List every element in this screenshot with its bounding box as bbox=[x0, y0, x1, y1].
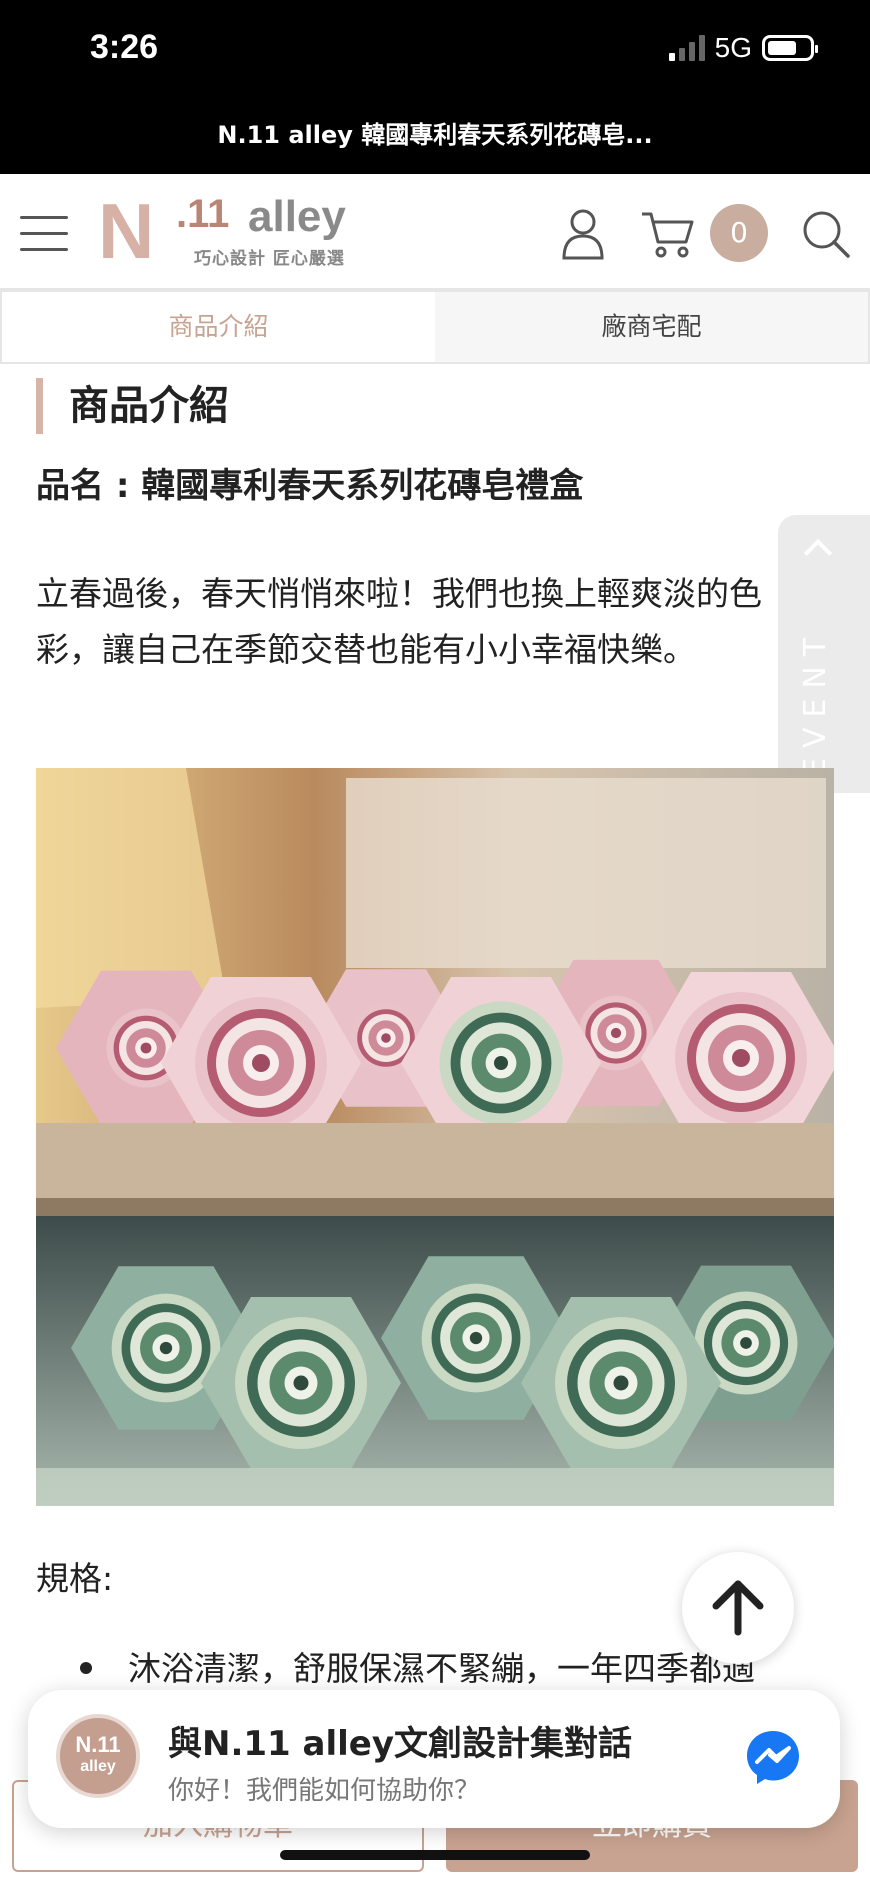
product-name: 品名 : 韓國專利春天系列花磚皂禮盒 bbox=[36, 466, 584, 506]
chat-title: 與N.11 alley文創設計集對話 bbox=[168, 1724, 632, 1764]
status-time: 3:26 bbox=[90, 28, 159, 66]
signal-icon bbox=[668, 35, 705, 61]
event-label: EVENT bbox=[798, 627, 833, 777]
status-bar: 3:26 5G N.11 alley 韓國專利春天系列花磚皂... bbox=[0, 0, 870, 174]
logo-number: .11 bbox=[176, 192, 230, 236]
spec-label: 規格: bbox=[36, 1559, 114, 1598]
tab-shipping[interactable]: 廠商宅配 bbox=[435, 292, 868, 362]
avatar-text-bottom: alley bbox=[80, 1758, 116, 1775]
back-to-top-button[interactable] bbox=[682, 1552, 794, 1664]
product-tabs: 商品介紹 廠商宅配 bbox=[0, 290, 870, 364]
logo-name: alley bbox=[248, 192, 346, 241]
event-side-tab[interactable]: EVENT bbox=[778, 515, 870, 793]
chevron-up-icon bbox=[803, 538, 833, 568]
cart-count-badge[interactable]: 0 bbox=[710, 204, 768, 262]
product-intro-text: 立春過後，春天悄悄來啦！我們也換上輕爽淡的色彩，讓自己在季節交替也能有小小幸福快… bbox=[36, 574, 762, 669]
status-indicators: 5G bbox=[668, 32, 818, 64]
logo-tagline: 巧心設計 匠心嚴選 bbox=[194, 249, 345, 269]
search-icon[interactable] bbox=[800, 208, 852, 260]
user-icon[interactable] bbox=[560, 208, 606, 260]
battery-icon bbox=[762, 35, 818, 61]
logo-mark: N bbox=[98, 187, 154, 275]
messenger-chat-card[interactable]: N.11 alley 與N.11 alley文創設計集對話 你好！我們能如何協助… bbox=[28, 1690, 840, 1828]
avatar: N.11 alley bbox=[56, 1714, 140, 1798]
avatar-text-top: N.11 bbox=[75, 1732, 121, 1757]
messenger-icon[interactable] bbox=[744, 1728, 802, 1786]
home-indicator bbox=[280, 1850, 590, 1860]
site-logo[interactable]: N .11 alley 巧心設計 匠心嚴選 bbox=[98, 192, 378, 270]
hamburger-icon[interactable] bbox=[20, 216, 68, 251]
browser-page-title[interactable]: N.11 alley 韓國專利春天系列花磚皂... bbox=[0, 115, 870, 150]
tab-product-intro[interactable]: 商品介紹 bbox=[2, 292, 435, 362]
chat-subtitle: 你好！我們能如何協助你？ bbox=[168, 1776, 481, 1806]
section-title: 商品介紹 bbox=[36, 378, 229, 434]
product-photo bbox=[36, 768, 834, 1506]
cart-icon[interactable] bbox=[640, 208, 696, 260]
arrow-up-icon bbox=[712, 1580, 764, 1636]
network-label: 5G bbox=[714, 32, 752, 63]
site-header: N .11 alley 巧心設計 匠心嚴選 0 bbox=[0, 174, 870, 290]
spec-item-text: 沐浴清潔，舒服保濕不緊繃，一年四季都適 bbox=[128, 1649, 755, 1688]
